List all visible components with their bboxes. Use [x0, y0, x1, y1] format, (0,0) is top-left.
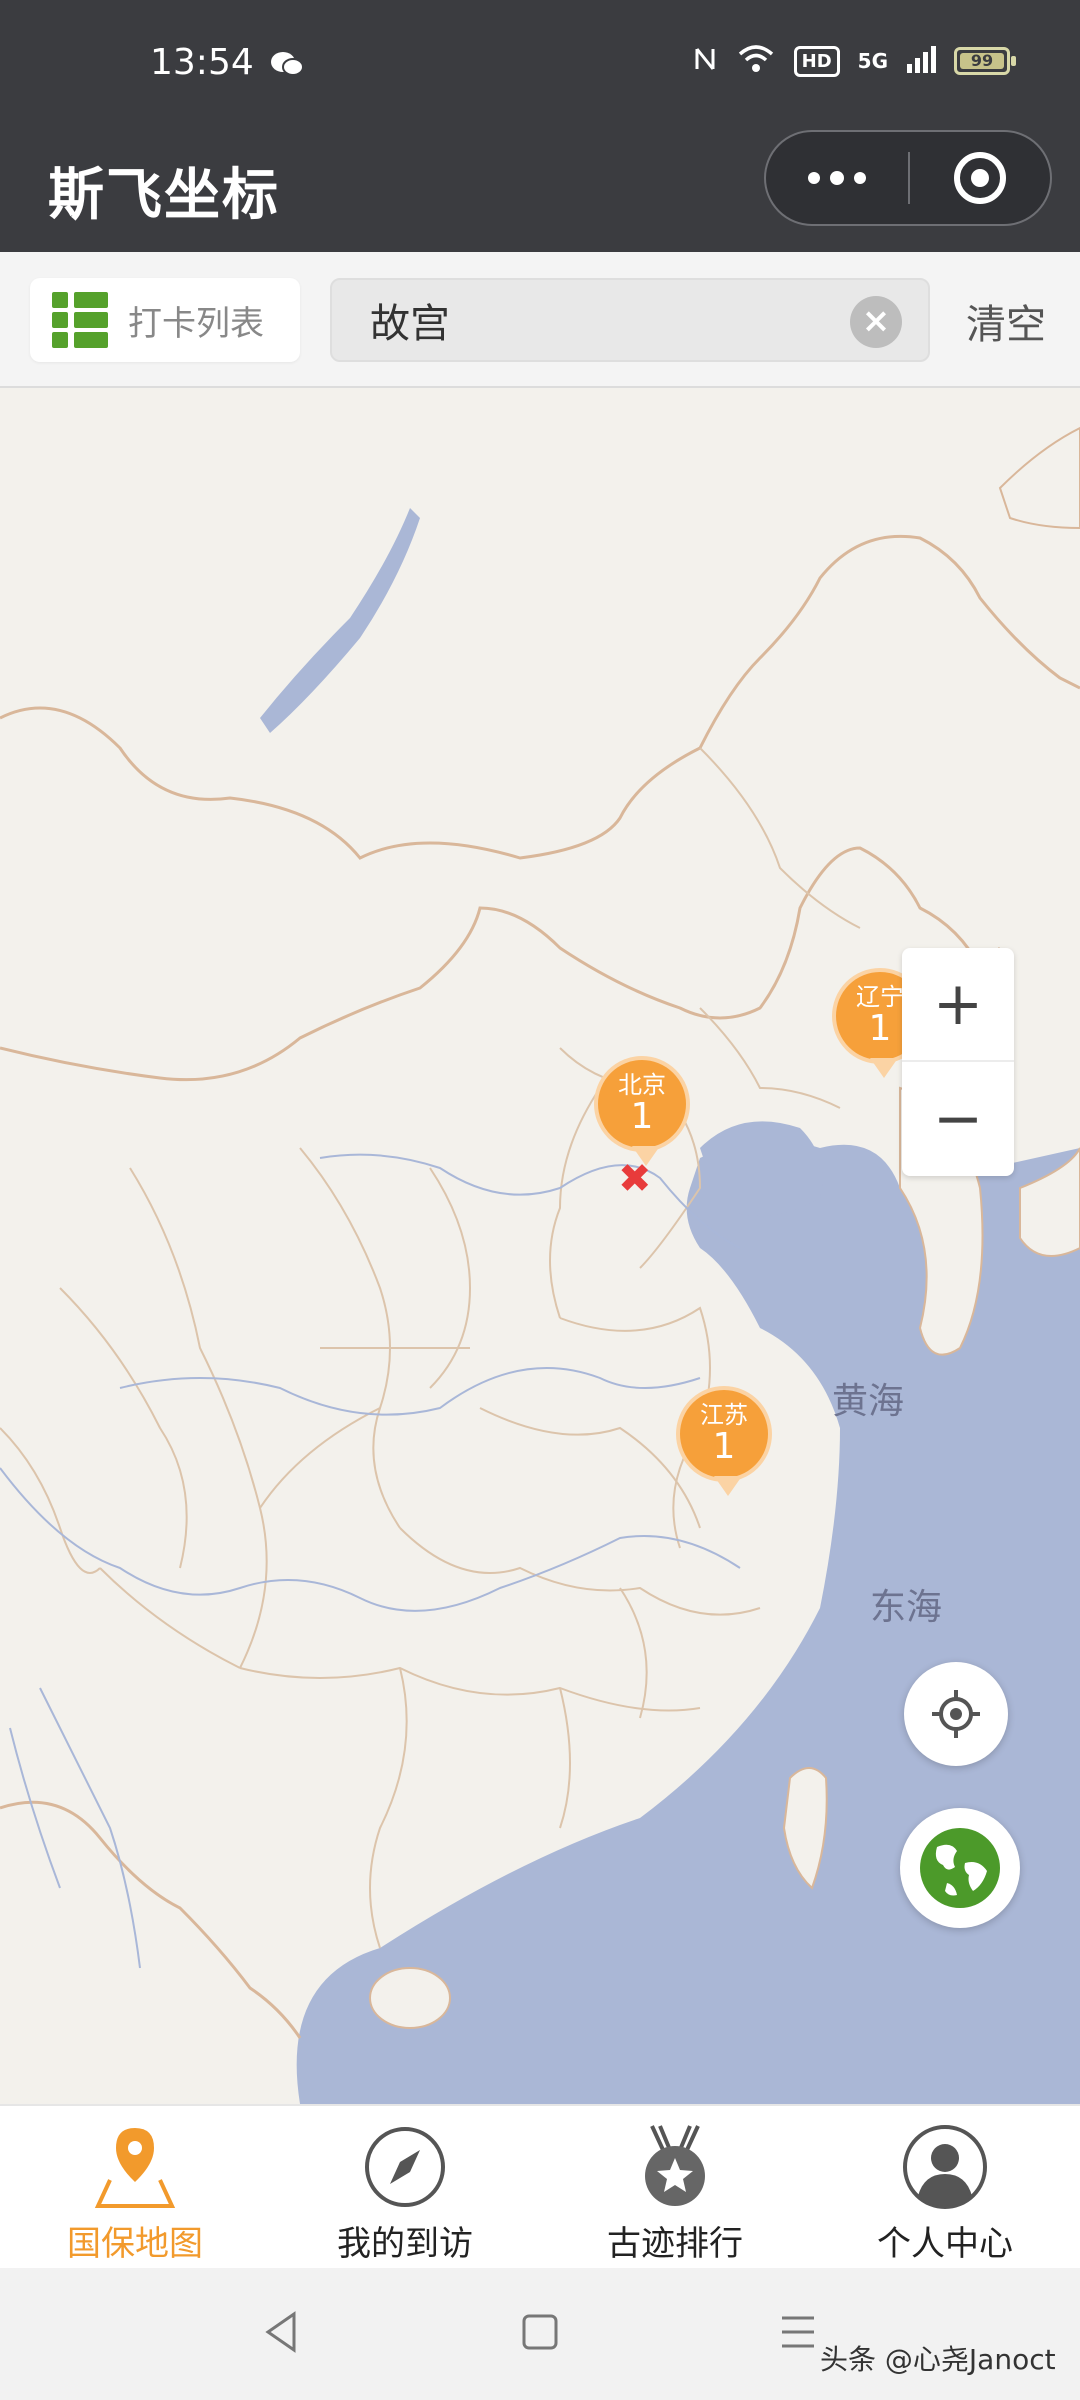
marker-name: 江苏	[700, 1401, 748, 1429]
clear-all-button[interactable]: 清空	[966, 292, 1046, 350]
tab-profile[interactable]: 个人中心	[810, 2106, 1080, 2268]
locate-button[interactable]	[904, 1662, 1008, 1766]
marker-name: 辽宁	[856, 983, 904, 1011]
tab-label: 我的到访	[337, 2224, 473, 2264]
close-miniprogram-button[interactable]	[910, 132, 1050, 224]
system-nav-bar: 头条 @心尧Janoct	[0, 2268, 1080, 2400]
wifi-icon	[736, 44, 776, 78]
crosshair-icon	[932, 1690, 980, 1738]
marker-jiangsu[interactable]: 江苏 1	[676, 1386, 772, 1496]
tab-heritage-ranking[interactable]: 古迹排行	[540, 2106, 810, 2268]
nfc-icon	[692, 44, 718, 78]
map-view[interactable]: 黄海 东海 ✖ 北京 1 辽宁 1 江苏 1 + −	[0, 388, 1080, 2104]
top-bar: 13:54 HD 5G 99 斯飞坐标	[0, 0, 1080, 252]
globe-icon	[920, 1828, 1000, 1908]
marker-beijing[interactable]: 北京 1	[594, 1056, 690, 1166]
miniprogram-capsule	[764, 130, 1052, 226]
network-type: 5G	[857, 49, 888, 73]
back-icon[interactable]	[262, 2310, 302, 2354]
clear-input-icon[interactable]: ×	[850, 296, 902, 348]
hd-badge: HD	[793, 45, 840, 77]
battery-level: 99	[960, 53, 1004, 69]
signal-icon	[906, 44, 936, 78]
search-input[interactable]	[368, 290, 848, 350]
tab-label: 古迹排行	[607, 2224, 743, 2264]
checkin-list-button[interactable]: 打卡列表	[30, 278, 300, 362]
watermark: 头条 @心尧Janoct	[820, 2343, 1056, 2376]
tab-label: 国保地图	[67, 2224, 203, 2264]
bottom-tab-bar: 国保地图 我的到访 古迹排行 个人中心	[0, 2104, 1080, 2268]
search-toolbar: 打卡列表 × 清空	[0, 252, 1080, 388]
battery-icon: 99	[954, 47, 1016, 75]
marker-count: 1	[712, 1426, 736, 1467]
marker-name: 北京	[618, 1071, 666, 1099]
zoom-out-button[interactable]: −	[902, 1062, 1014, 1176]
east-china-sea-label: 东海	[870, 1587, 943, 1628]
zoom-in-button[interactable]: +	[902, 948, 1014, 1062]
recents-menu-icon[interactable]	[778, 2310, 818, 2354]
checkin-list-label: 打卡列表	[128, 303, 264, 344]
status-bar: 13:54 HD 5G 99	[0, 0, 1080, 130]
tab-my-visits[interactable]: 我的到访	[270, 2106, 540, 2268]
app-title: 斯飞坐标	[48, 163, 280, 228]
tab-label: 个人中心	[877, 2224, 1013, 2264]
home-icon[interactable]	[520, 2310, 560, 2354]
search-box: ×	[330, 278, 930, 362]
medal-star-icon	[630, 2122, 720, 2212]
zoom-control: + −	[902, 948, 1014, 1176]
marker-count: 1	[868, 1008, 892, 1049]
target-icon	[954, 152, 1006, 204]
globe-view-button[interactable]	[900, 1808, 1020, 1928]
more-button[interactable]	[766, 132, 908, 224]
yellow-sea-label: 黄海	[832, 1381, 905, 1422]
user-avatar-icon	[900, 2122, 990, 2212]
list-grid-icon	[52, 292, 108, 348]
status-time: 13:54	[150, 42, 254, 83]
wechat-icon	[270, 50, 304, 82]
map-pin-icon	[90, 2122, 180, 2212]
tab-heritage-map[interactable]: 国保地图	[0, 2106, 270, 2268]
compass-icon	[360, 2122, 450, 2212]
marker-count: 1	[630, 1096, 654, 1137]
